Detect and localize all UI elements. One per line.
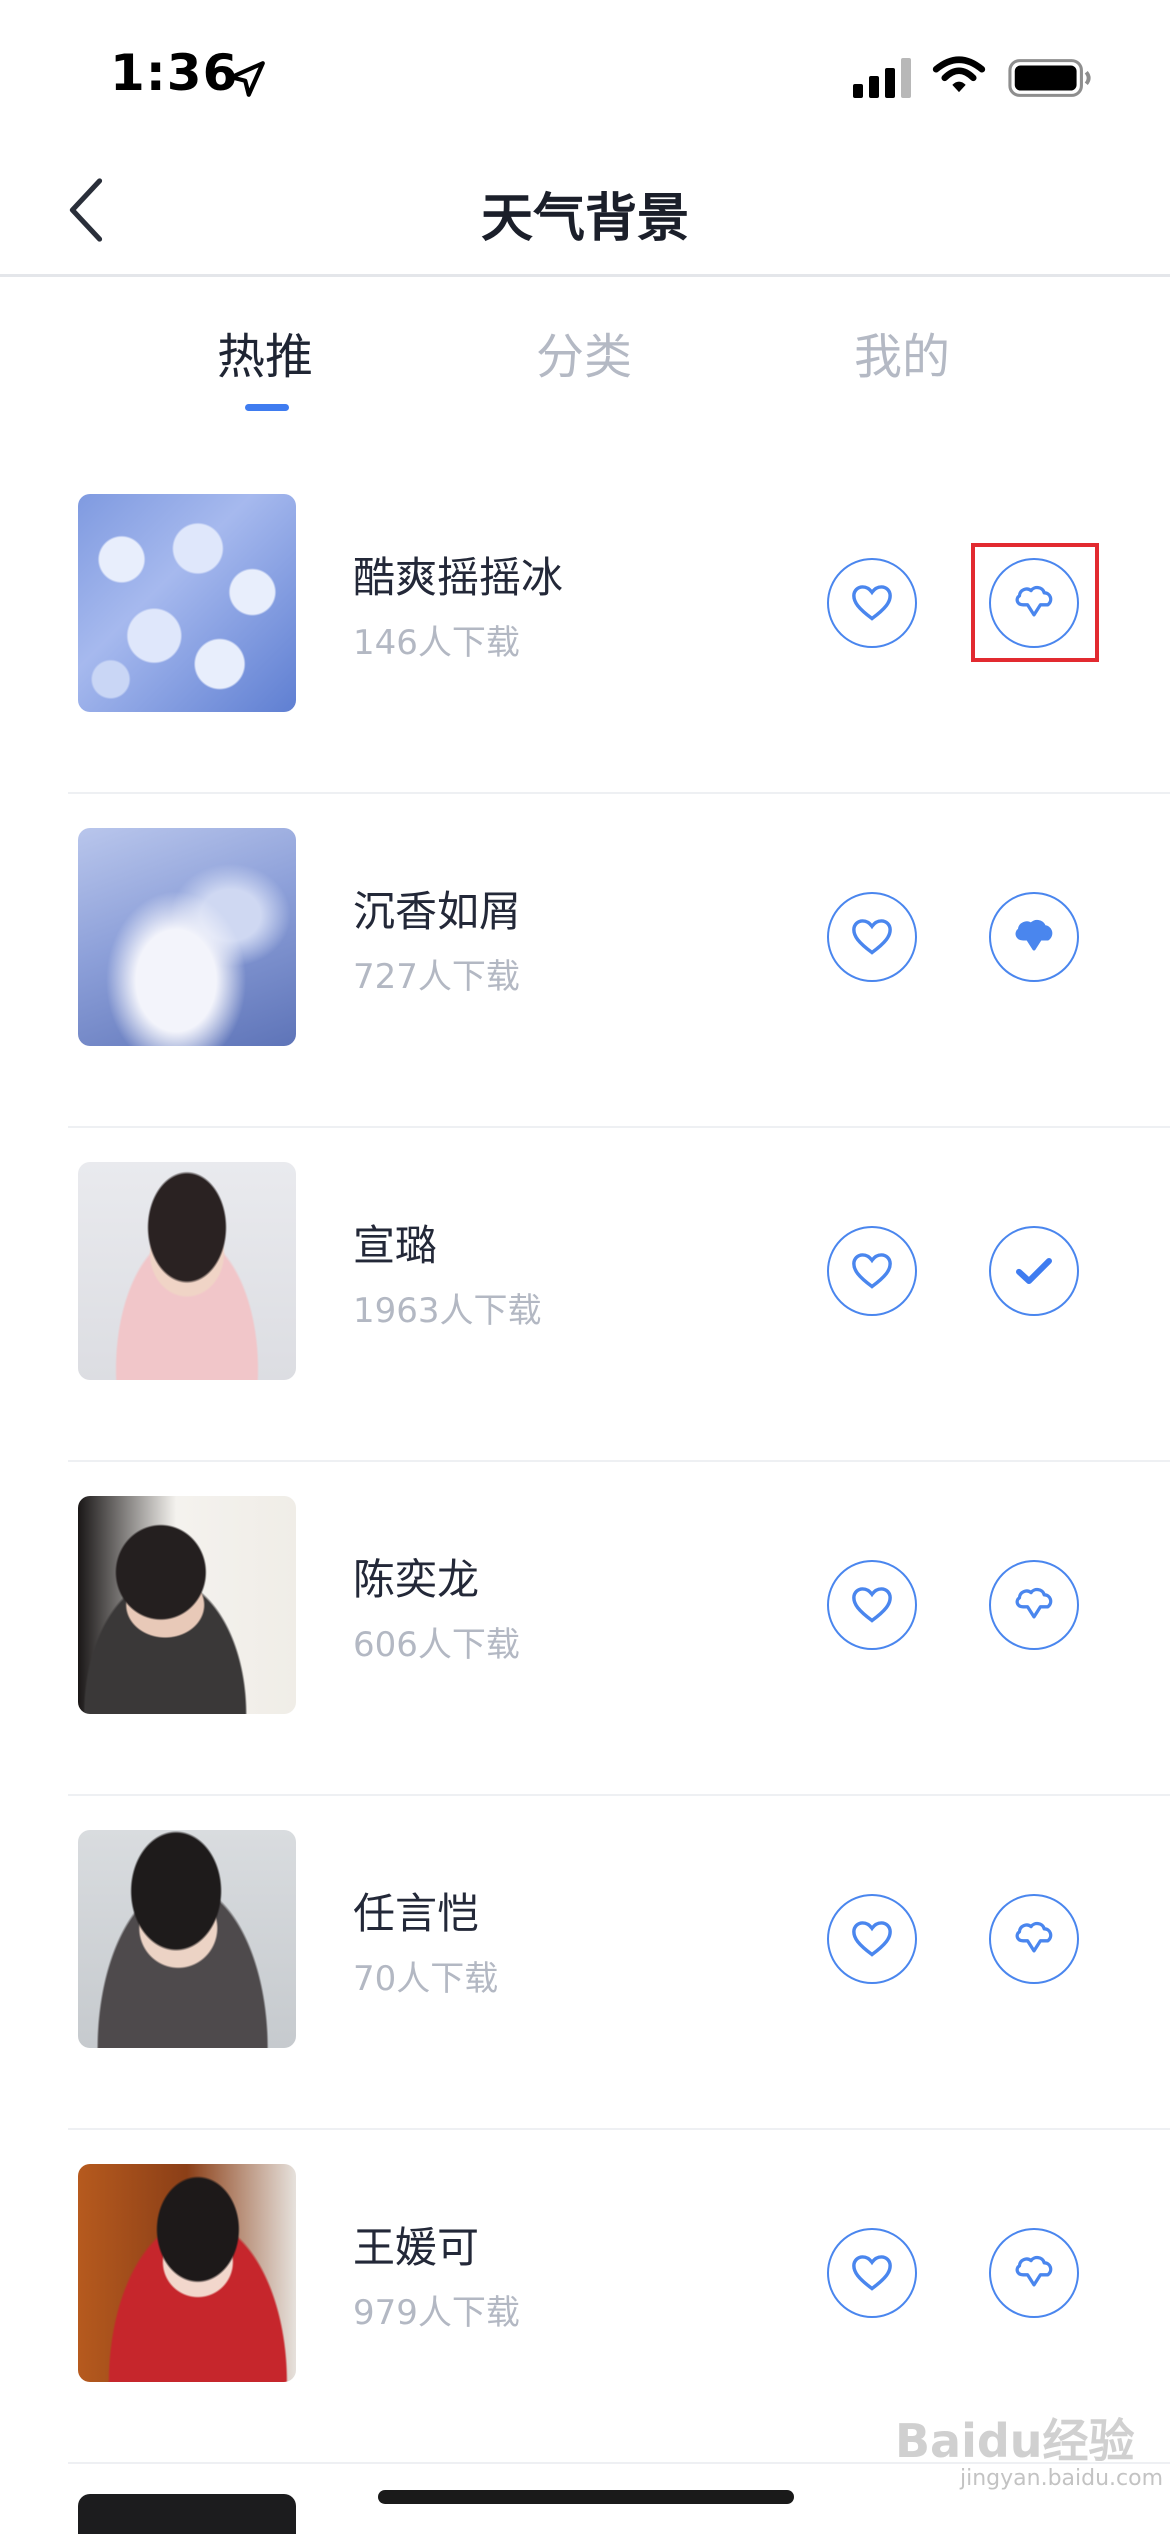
download-button[interactable] <box>989 892 1079 982</box>
item-title: 酷爽摇摇冰 <box>353 553 564 602</box>
thumbnail-image <box>78 1496 296 1714</box>
cellular-signal-icon <box>853 58 911 98</box>
downloaded-button[interactable] <box>989 1226 1079 1316</box>
download-button[interactable] <box>989 2228 1079 2318</box>
checkmark-icon <box>1016 1258 1052 1284</box>
thumbnail-image <box>78 1830 296 2048</box>
cloud-download-icon <box>1015 1921 1053 1953</box>
list-item[interactable]: 沉香如屑 727人下载 <box>68 794 1170 1128</box>
like-button[interactable] <box>827 1894 917 1984</box>
tab-bar: 热推 分类 我的 <box>0 277 1170 427</box>
heart-icon <box>852 919 892 955</box>
navigation-bar: 天气背景 <box>0 150 1170 277</box>
item-title: 王媛可 <box>353 2223 480 2272</box>
download-count: 1963人下载 <box>353 1291 542 1331</box>
download-count: 70人下载 <box>353 1959 499 1999</box>
status-time: 1:36 <box>110 44 239 102</box>
item-title: 陈奕龙 <box>353 1555 480 1604</box>
cloud-download-icon <box>1015 2255 1053 2287</box>
heart-icon <box>852 585 892 621</box>
like-button[interactable] <box>827 1226 917 1316</box>
download-count: 727人下载 <box>353 957 520 997</box>
page-title: 天气背景 <box>480 189 689 249</box>
watermark: Baidu经验 <box>895 2414 1135 2468</box>
highlight-annotation <box>971 543 1099 662</box>
like-button[interactable] <box>827 2228 917 2318</box>
download-count: 606人下载 <box>353 1625 520 1665</box>
item-title: 宣璐 <box>353 1221 438 1270</box>
heart-icon <box>852 2255 892 2291</box>
cloud-download-icon <box>1015 1587 1053 1619</box>
watermark-url: jingyan.baidu.com <box>960 2466 1164 2491</box>
download-button[interactable] <box>989 1560 1079 1650</box>
cloud-download-filled-icon <box>1015 919 1053 951</box>
list-item[interactable]: 任言恺 70人下载 <box>68 1796 1170 2130</box>
download-count: 979人下载 <box>353 2293 520 2333</box>
status-bar: 1:36 <box>0 0 1170 150</box>
home-indicator[interactable] <box>378 2490 794 2504</box>
battery-icon <box>1008 59 1091 97</box>
thumbnail-image-partial <box>78 2494 296 2534</box>
heart-icon <box>852 1253 892 1289</box>
tab-hot[interactable]: 热推 <box>165 317 365 387</box>
download-count: 146人下载 <box>353 623 520 663</box>
location-arrow-icon <box>229 61 265 97</box>
item-title: 沉香如屑 <box>353 887 522 936</box>
tab-mine[interactable]: 我的 <box>802 317 1002 387</box>
thumbnail-image <box>78 828 296 1046</box>
download-button[interactable] <box>989 1894 1079 1984</box>
like-button[interactable] <box>827 558 917 648</box>
like-button[interactable] <box>827 1560 917 1650</box>
like-button[interactable] <box>827 892 917 982</box>
wifi-icon <box>932 56 986 93</box>
list-item[interactable]: 宣璐 1963人下载 <box>68 1128 1170 1462</box>
heart-icon <box>852 1921 892 1957</box>
tab-category[interactable]: 分类 <box>484 317 684 387</box>
item-title: 任言恺 <box>353 1889 480 1938</box>
thumbnail-image <box>78 494 296 712</box>
thumbnail-image <box>78 2164 296 2382</box>
active-tab-indicator <box>245 404 289 411</box>
thumbnail-image <box>78 1162 296 1380</box>
list-item[interactable]: 陈奕龙 606人下载 <box>68 1462 1170 1796</box>
heart-icon <box>852 1587 892 1623</box>
